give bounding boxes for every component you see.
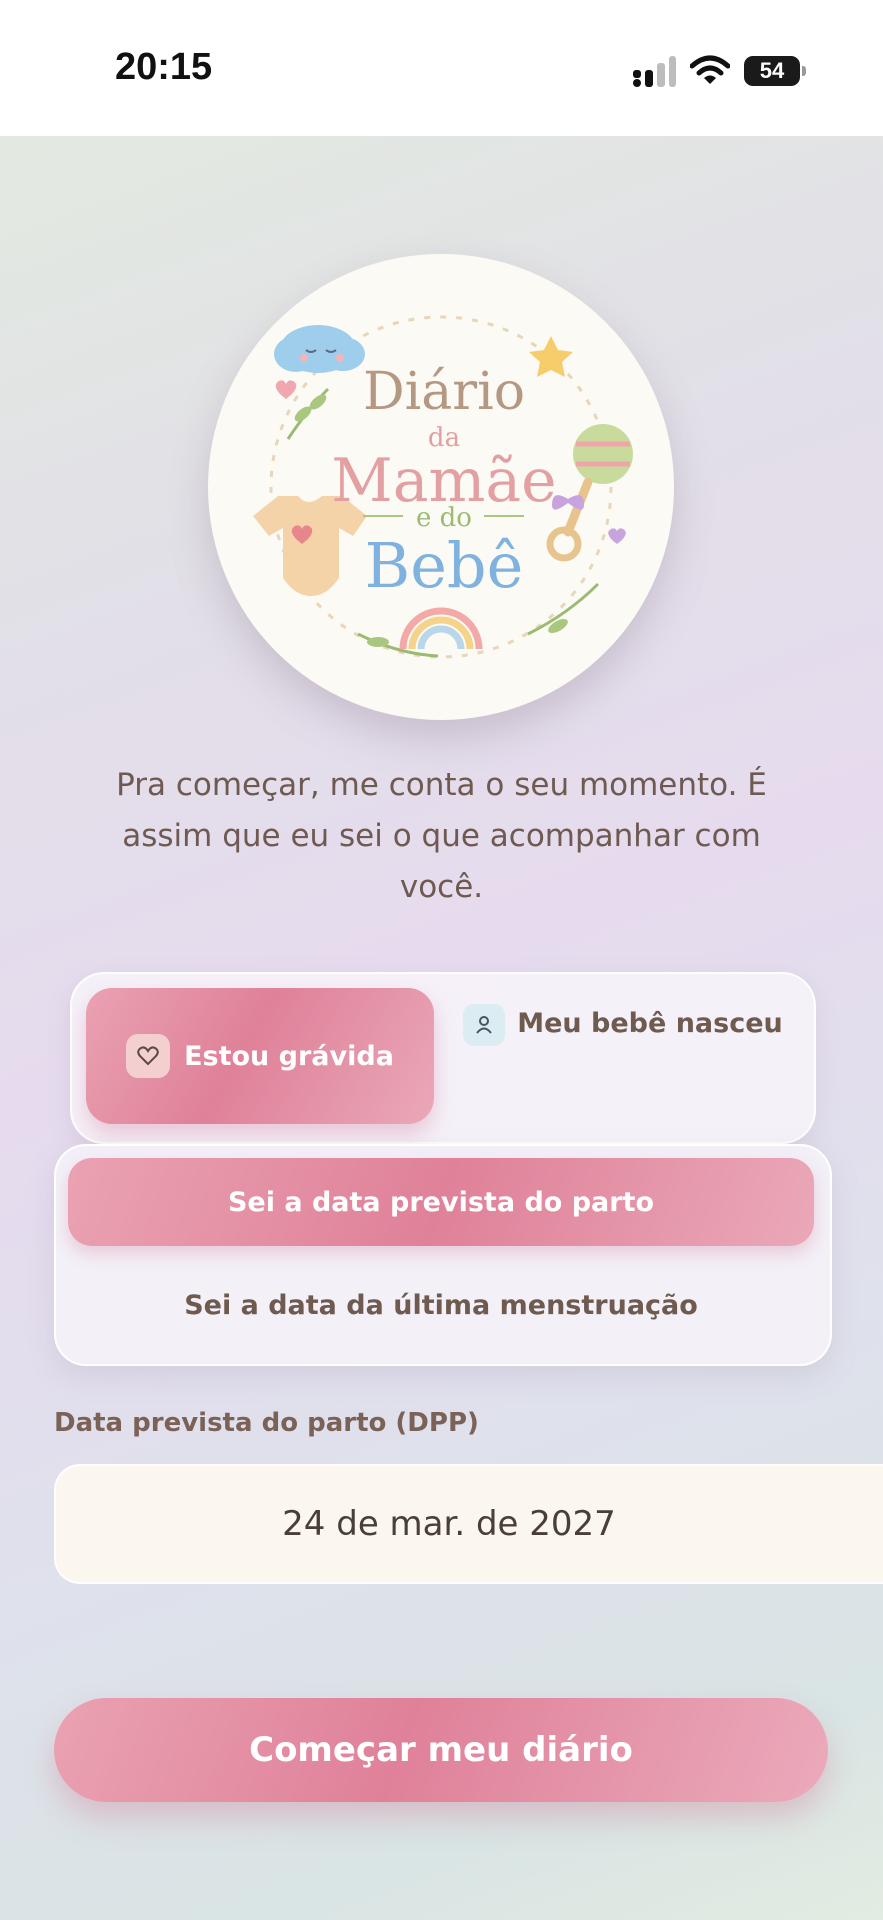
- due-date-label: Data prevista do parto (DPP): [54, 1408, 479, 1438]
- app-logo: Diário da Mamãe e do Bebê: [208, 254, 674, 720]
- logo-illustration: Diário da Mamãe e do Bebê: [253, 315, 633, 659]
- svg-text:Diário: Diário: [363, 362, 525, 422]
- svg-text:Bebê: Bebê: [365, 529, 524, 602]
- pregnant-option-label: Estou grávida: [184, 1040, 394, 1072]
- status-bar: 20:15 54: [0, 0, 883, 136]
- battery-icon: 54: [744, 56, 800, 86]
- status-time: 20:15: [115, 46, 213, 88]
- rainbow-icon: [399, 607, 483, 650]
- due-date-picker[interactable]: 24 de mar. de 2027: [54, 1464, 883, 1584]
- baby-born-option-button[interactable]: Meu bebê nasceu: [450, 1000, 796, 1112]
- person-icon: [463, 1003, 506, 1046]
- start-diary-button[interactable]: Começar meu diário: [54, 1698, 828, 1802]
- baby-born-option-label: Meu bebê nasceu: [517, 1008, 783, 1039]
- cloud-icon: [274, 325, 365, 373]
- last-period-method-button[interactable]: Sei a data da última menstruação: [68, 1262, 814, 1348]
- due-date-method-button[interactable]: Sei a data prevista do parto: [68, 1158, 814, 1246]
- intro-text: Pra começar, me conta o seu momento. É a…: [116, 767, 767, 905]
- heart-icon: [126, 1034, 171, 1078]
- star-icon: [529, 336, 573, 377]
- wifi-icon: [690, 55, 730, 84]
- battery-tip: [802, 66, 806, 76]
- pregnant-option-button[interactable]: Estou grávida: [86, 988, 434, 1124]
- due-date-value: 24 de mar. de 2027: [282, 1504, 616, 1544]
- cellular-signal-icon: [633, 56, 676, 87]
